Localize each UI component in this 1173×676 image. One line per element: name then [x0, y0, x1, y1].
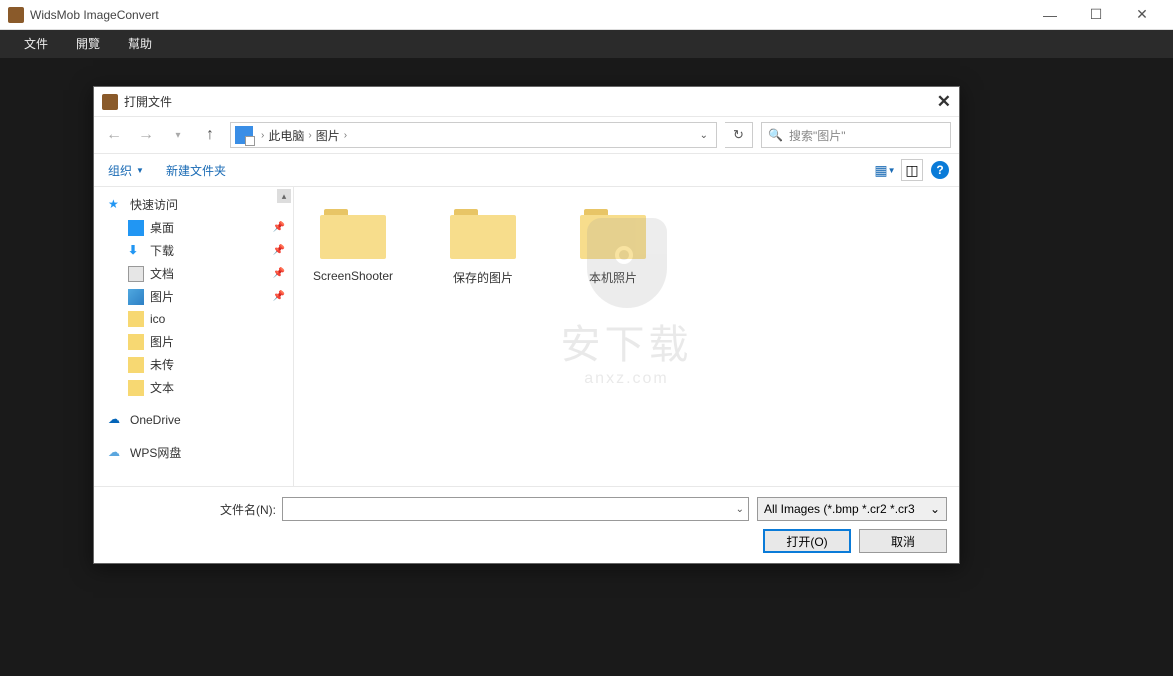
tree-item-label: WPS网盘: [130, 444, 181, 461]
tree-item-label: 图片: [150, 333, 174, 350]
app-titlebar: WidsMob ImageConvert — ☐ ✕: [0, 0, 1173, 30]
tree-item-label: 未传: [150, 356, 174, 373]
refresh-button[interactable]: ↻: [725, 122, 753, 148]
search-placeholder: 搜索"图片": [789, 127, 846, 144]
computer-icon: [235, 126, 253, 144]
view-mode-button[interactable]: ▦ ▼: [871, 159, 899, 181]
file-list[interactable]: ScreenShooter保存的图片本机照片 安下载 anxz.com: [294, 187, 959, 486]
dialog-footer: 文件名(N): ⌄ All Images (*.bmp *.cr2 *.cr3 …: [94, 486, 959, 563]
help-button[interactable]: ?: [931, 161, 949, 179]
tree-item[interactable]: ☁ WPS网盘: [94, 441, 293, 464]
nav-up-button[interactable]: ↑: [198, 123, 222, 147]
folder-item[interactable]: ScreenShooter: [308, 205, 398, 286]
tree-item-label: 文本: [150, 379, 174, 396]
folder-icon: [128, 380, 144, 396]
menu-view[interactable]: 開覽: [62, 30, 114, 58]
dialog-titlebar: 打開文件 ✕: [94, 87, 959, 117]
search-input[interactable]: 🔍 搜索"图片": [761, 122, 951, 148]
nav-forward-button: →: [134, 123, 158, 147]
folder-name: 保存的图片: [438, 269, 528, 286]
dialog-close-button[interactable]: ✕: [921, 92, 951, 112]
close-button[interactable]: ✕: [1119, 0, 1165, 30]
tree-item-label: OneDrive: [130, 413, 181, 427]
folder-name: ScreenShooter: [308, 269, 398, 283]
folder-icon: [448, 205, 518, 261]
folder-name: 本机照片: [568, 269, 658, 286]
star-icon: ★: [108, 197, 124, 213]
breadcrumb[interactable]: › 此电脑 › 图片 › ⌄: [230, 122, 717, 148]
folder-icon: [318, 205, 388, 261]
tree-item[interactable]: ico: [94, 308, 293, 330]
pin-icon: 📌: [273, 268, 285, 279]
breadcrumb-item[interactable]: 此电脑: [268, 127, 304, 144]
dialog-main: ▴ ★ 快速访问桌面 📌 ⬇ 下载 📌 文档 📌 图片 📌 ico 图片未传文本 ☁ OneDrive ☁ W…: [94, 187, 959, 486]
chevron-right-icon: ›: [257, 130, 268, 141]
scroll-up-icon[interactable]: ▴: [277, 189, 291, 203]
chevron-right-icon: ›: [304, 130, 315, 141]
tree-item-label: 快速访问: [130, 196, 178, 213]
filename-label: 文件名(N):: [106, 501, 282, 518]
folder-icon: [128, 334, 144, 350]
tree-item[interactable]: 桌面 📌: [94, 216, 293, 239]
new-folder-button[interactable]: 新建文件夹: [162, 162, 230, 179]
folder-item[interactable]: 本机照片: [568, 205, 658, 286]
document-icon: [128, 266, 144, 282]
folder-icon: [128, 311, 144, 327]
tree-item[interactable]: ⬇ 下载 📌: [94, 239, 293, 262]
pin-icon: 📌: [273, 291, 285, 302]
chevron-down-icon: ⌄: [930, 502, 940, 516]
tree-item[interactable]: ★ 快速访问: [94, 193, 293, 216]
folder-icon: [578, 205, 648, 261]
app-title: WidsMob ImageConvert: [30, 8, 1027, 22]
tree-item[interactable]: 未传: [94, 353, 293, 376]
pin-icon: 📌: [273, 245, 285, 256]
tree-item[interactable]: 文本: [94, 376, 293, 399]
chevron-right-icon: ›: [340, 130, 351, 141]
tree-item-label: 桌面: [150, 219, 174, 236]
open-button[interactable]: 打开(O): [763, 529, 851, 553]
tree-item-label: 文档: [150, 265, 174, 282]
tree-item-label: ico: [150, 312, 165, 326]
folder-icon: [128, 357, 144, 373]
app-body: 打開文件 ✕ ← → ▾ ↑ › 此电脑 › 图片 › ⌄ ↻ 🔍 搜索"图片": [0, 58, 1173, 676]
onedrive-icon: ☁: [108, 412, 124, 428]
tree-item-label: 图片: [150, 288, 174, 305]
menu-file[interactable]: 文件: [10, 30, 62, 58]
chevron-down-icon[interactable]: ▾: [166, 123, 190, 147]
preview-pane-button[interactable]: ◫: [901, 159, 923, 181]
open-file-dialog: 打開文件 ✕ ← → ▾ ↑ › 此电脑 › 图片 › ⌄ ↻ 🔍 搜索"图片": [93, 86, 960, 564]
desktop-icon: [128, 220, 144, 236]
organize-button[interactable]: 组织▼: [104, 162, 148, 179]
folder-tree[interactable]: ▴ ★ 快速访问桌面 📌 ⬇ 下载 📌 文档 📌 图片 📌 ico 图片未传文本 ☁ OneDrive ☁ W…: [94, 187, 294, 486]
chevron-down-icon: ▼: [136, 166, 144, 175]
download-icon: ⬇: [128, 243, 144, 259]
search-icon: 🔍: [768, 128, 783, 142]
tree-item[interactable]: 图片: [94, 330, 293, 353]
picture-icon: [128, 289, 144, 305]
breadcrumb-item[interactable]: 图片: [316, 127, 340, 144]
dialog-nav: ← → ▾ ↑ › 此电脑 › 图片 › ⌄ ↻ 🔍 搜索"图片": [94, 117, 959, 153]
maximize-button[interactable]: ☐: [1073, 0, 1119, 30]
filename-input[interactable]: ⌄: [282, 497, 749, 521]
cloud-icon: ☁: [108, 445, 124, 461]
folder-item[interactable]: 保存的图片: [438, 205, 528, 286]
chevron-down-icon[interactable]: ⌄: [736, 504, 744, 515]
pin-icon: 📌: [273, 222, 285, 233]
cancel-button[interactable]: 取消: [859, 529, 947, 553]
nav-back-button[interactable]: ←: [102, 123, 126, 147]
tree-item[interactable]: 文档 📌: [94, 262, 293, 285]
dialog-toolbar: 组织▼ 新建文件夹 ▦ ▼ ◫ ?: [94, 153, 959, 187]
file-type-filter[interactable]: All Images (*.bmp *.cr2 *.cr3 ⌄: [757, 497, 947, 521]
minimize-button[interactable]: —: [1027, 0, 1073, 30]
dialog-title: 打開文件: [124, 93, 921, 110]
tree-item[interactable]: ☁ OneDrive: [94, 409, 293, 431]
dialog-icon: [102, 94, 118, 110]
tree-item[interactable]: 图片 📌: [94, 285, 293, 308]
breadcrumb-dropdown[interactable]: ⌄: [696, 130, 712, 141]
app-menubar: 文件 開覽 幫助: [0, 30, 1173, 58]
app-icon: [8, 7, 24, 23]
tree-item-label: 下载: [150, 242, 174, 259]
menu-help[interactable]: 幫助: [114, 30, 166, 58]
